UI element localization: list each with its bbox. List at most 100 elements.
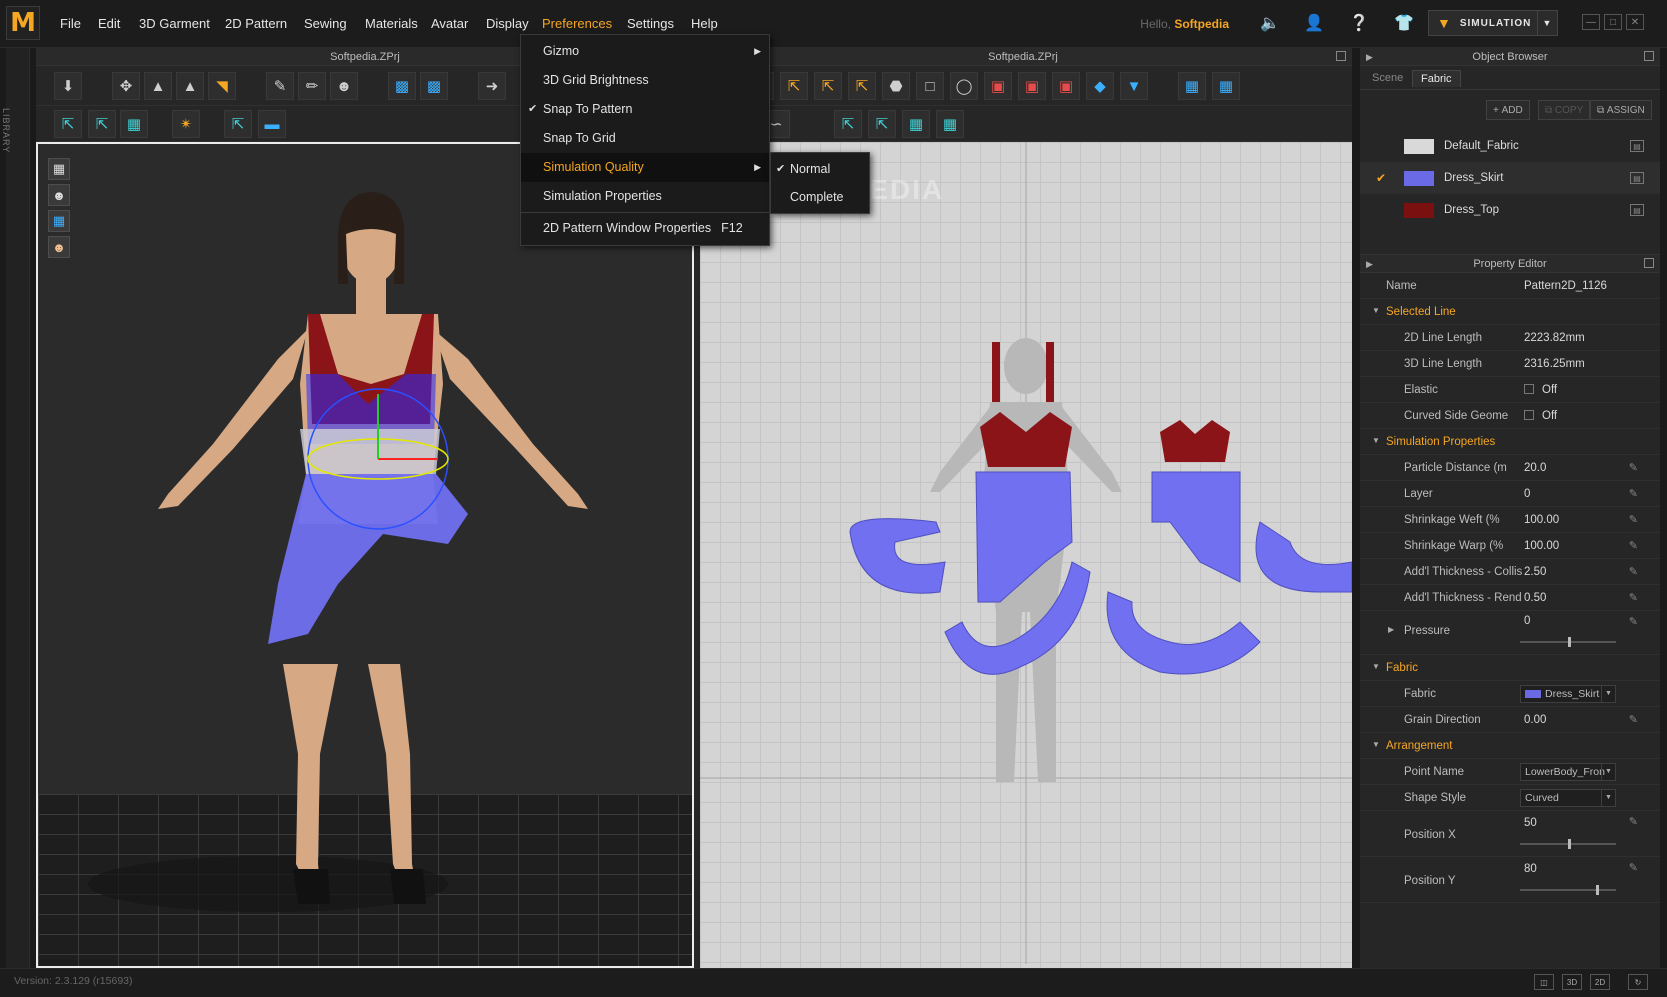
menu-item-gizmo[interactable]: Gizmo ▶ (521, 37, 769, 66)
property-value[interactable]: 20.0 (1524, 462, 1546, 474)
garment-tack-icon[interactable]: ▲ (144, 72, 172, 100)
checkbox[interactable] (1524, 410, 1534, 420)
viewport-2d[interactable]: SOFTPEDIA (700, 142, 1352, 968)
menu-preferences[interactable]: Preferences (542, 16, 612, 31)
chevron-down-icon[interactable]: ▼ (1537, 11, 1557, 35)
library-strip[interactable]: LIBRARY (1, 48, 30, 968)
pressure-slider[interactable] (1520, 637, 1616, 647)
edit-pencil-icon[interactable]: ✎ (1629, 513, 1638, 526)
view-2d-icon[interactable]: 2D (1590, 974, 1610, 990)
tab-scene[interactable]: Scene (1364, 70, 1411, 86)
texture-transform-icon[interactable]: ▦ (1212, 72, 1240, 100)
internal-rectangle-icon[interactable]: ▣ (1018, 72, 1046, 100)
point-name-select[interactable]: LowerBody_Fron ▼ (1520, 763, 1616, 781)
menu-item-simulation-properties[interactable]: Simulation Properties (521, 182, 769, 211)
edit-pencil-icon[interactable]: ✎ (1629, 565, 1638, 578)
tab-fabric[interactable]: Fabric (1412, 70, 1461, 87)
fabric-edit-icon[interactable]: ▤ (1630, 172, 1644, 184)
fabric-edit-icon[interactable]: ▤ (1630, 204, 1644, 216)
slider-knob[interactable] (1568, 839, 1571, 849)
menu-avatar[interactable]: Avatar (431, 16, 468, 31)
section-fabric[interactable]: ▼ Fabric (1360, 655, 1660, 681)
avatar-pose-icon[interactable]: ☻ (330, 72, 358, 100)
fabric-edit-icon[interactable]: ▤ (1630, 140, 1644, 152)
section-arrangement[interactable]: ▼ Arrangement (1360, 733, 1660, 759)
property-value[interactable]: 2.50 (1524, 566, 1546, 578)
edit-pencil-icon[interactable]: ✎ (1629, 487, 1638, 500)
menu-file[interactable]: File (60, 16, 81, 31)
menu-item-snap-to-pattern[interactable]: ✔ Snap To Pattern (521, 95, 769, 124)
fabric-item[interactable]: Default_Fabric ▤ (1360, 130, 1660, 162)
collapse-icon[interactable]: ▼ (1372, 306, 1380, 315)
menu-help[interactable]: Help (691, 16, 718, 31)
menu-materials[interactable]: Materials (365, 16, 418, 31)
texture-edit-icon[interactable]: ▦ (1178, 72, 1206, 100)
speaker-icon[interactable]: 🔈 (1259, 12, 1281, 34)
edit-pencil-icon[interactable]: ✎ (1629, 861, 1638, 874)
collapse-icon[interactable]: ▼ (1372, 740, 1380, 749)
position-y-slider[interactable] (1520, 885, 1616, 895)
user-icon[interactable]: 👤 (1303, 12, 1325, 34)
edit-pencil-icon[interactable]: ✎ (1629, 713, 1638, 726)
property-value[interactable]: 100.00 (1524, 540, 1559, 552)
section-simulation-properties[interactable]: ▼ Simulation Properties (1360, 429, 1660, 455)
menu-item-complete[interactable]: Complete (771, 183, 869, 211)
pin-icon[interactable]: ▶ (1366, 255, 1373, 273)
menu-item-normal[interactable]: ✔ Normal (771, 155, 869, 183)
grid-icon[interactable]: ▦ (120, 110, 148, 138)
fabric-select[interactable]: Dress_Skirt ▼ (1520, 685, 1616, 703)
split-view-icon[interactable]: ◫ (1534, 974, 1554, 990)
maximize-icon[interactable] (1644, 51, 1654, 61)
fabric-item[interactable]: Dress_Top ▤ (1360, 194, 1660, 226)
garment-shirt-icon[interactable]: ▩ (388, 72, 416, 100)
curve-point-icon[interactable]: ⇱ (848, 72, 876, 100)
edit-pencil-icon[interactable]: ✎ (1629, 539, 1638, 552)
grid-2d-icon[interactable]: ▦ (902, 110, 930, 138)
menu-sewing[interactable]: Sewing (304, 16, 347, 31)
position-x-slider[interactable] (1520, 839, 1616, 849)
edit-point-icon[interactable]: ⇱ (780, 72, 808, 100)
username[interactable]: Softpedia (1174, 17, 1229, 31)
collapse-icon[interactable]: ▼ (1372, 436, 1380, 445)
menu-item-3d-grid-brightness[interactable]: 3D Grid Brightness (521, 66, 769, 95)
add-point-icon[interactable]: ⇱ (814, 72, 842, 100)
edit-pencil-icon[interactable]: ✎ (1629, 615, 1638, 628)
select-mesh-2d-icon[interactable]: ⇱ (868, 110, 896, 138)
collapse-icon[interactable]: ▼ (1372, 662, 1380, 671)
view-3d-icon[interactable]: 3D (1562, 974, 1582, 990)
fabric-brush-icon[interactable]: ✏ (298, 72, 326, 100)
edit-pencil-icon[interactable]: ✎ (1629, 461, 1638, 474)
property-value[interactable]: 50 (1524, 817, 1537, 829)
select-line-icon[interactable]: ⇱ (224, 110, 252, 138)
section-selected-line[interactable]: ▼ Selected Line (1360, 299, 1660, 325)
garment-pin-icon[interactable]: ▲ (176, 72, 204, 100)
menu-display[interactable]: Display (486, 16, 529, 31)
checkbox[interactable] (1524, 384, 1534, 394)
property-value[interactable]: 0.00 (1524, 714, 1546, 726)
property-value[interactable]: 80 (1524, 863, 1537, 875)
pin-tool-icon[interactable]: ✴ (172, 110, 200, 138)
property-value[interactable]: 100.00 (1524, 514, 1559, 526)
rectangle-icon[interactable]: □ (916, 72, 944, 100)
fabric-item[interactable]: ✔ Dress_Skirt ▤ (1360, 162, 1660, 194)
chevron-down-icon[interactable]: ▼ (1601, 790, 1615, 806)
maximize-icon[interactable]: □ (1604, 14, 1622, 30)
download-arrow-icon[interactable]: ⬇ (54, 72, 82, 100)
simulation-button[interactable]: ▼ SIMULATION ▼ (1428, 10, 1558, 36)
property-value[interactable]: 0 (1524, 488, 1530, 500)
viewport-3d[interactable]: ▦ ☻ ▦ ☻ (36, 142, 694, 968)
menu-3d-garment[interactable]: 3D Garment (139, 16, 210, 31)
help-icon[interactable]: ❔ (1348, 12, 1370, 34)
menu-item-2d-pattern-window-properties[interactable]: 2D Pattern Window Properties F12 (521, 214, 769, 243)
garment-dress-icon[interactable]: ▩ (420, 72, 448, 100)
menu-item-simulation-quality[interactable]: Simulation Quality ▶ (521, 153, 769, 182)
shape-style-select[interactable]: Curved ▼ (1520, 789, 1616, 807)
refresh-icon[interactable]: ↻ (1628, 974, 1648, 990)
edit-pencil-icon[interactable]: ✎ (1629, 815, 1638, 828)
slider-knob[interactable] (1596, 885, 1599, 895)
chevron-down-icon[interactable]: ▼ (1601, 686, 1615, 702)
assign-button[interactable]: ⧉ ASSIGN (1590, 100, 1652, 120)
menu-edit[interactable]: Edit (98, 16, 120, 31)
expand-icon[interactable]: ▶ (1388, 625, 1394, 634)
run-icon[interactable]: ➜ (478, 72, 506, 100)
